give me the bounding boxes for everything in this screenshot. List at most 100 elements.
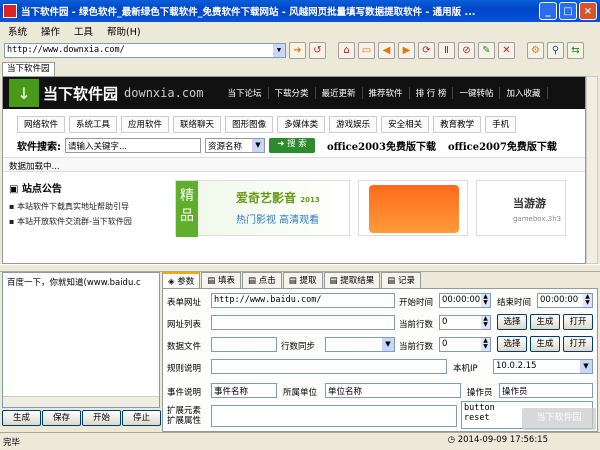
notice-item[interactable]: ▪ 本站开放软件交流群-当下软件园 [9,216,167,227]
form-url-input[interactable]: http://www.baidu.com/ [211,293,395,308]
search-scope-select[interactable]: 资源名称 ▼ [205,137,265,153]
category-link[interactable]: 应用软件 [121,116,170,133]
local-ip-select[interactable]: 10.0.2.15 ▼ [493,359,593,374]
menu-tools[interactable]: 工具 [74,24,93,38]
select-button[interactable]: 选择 [497,314,527,330]
dropdown-arrow-icon[interactable]: ▼ [273,43,285,57]
minimize-button[interactable]: _ [539,2,557,20]
task-item[interactable]: 百度一下，你就知道(www.baidu.c [3,273,159,291]
end-time-input[interactable]: 00:00:00 ▲ ▼ [537,293,593,308]
site-search-input[interactable]: 请输入关键字... [65,137,201,153]
promo-link-office2007[interactable]: office2007免费版下载 [448,138,557,153]
spinner-icon[interactable]: ▲ ▼ [481,294,490,307]
gamebox-subtitle: gamebox.3h3 [513,215,562,223]
open-button[interactable]: 打开 [563,314,593,330]
home-icon[interactable]: ⌂ [338,41,355,59]
splitter[interactable] [0,264,600,272]
category-link[interactable]: 游戏娱乐 [329,116,378,133]
nav-latest[interactable]: 最近更新 [316,87,363,99]
generate-file-button[interactable]: 生成 [530,336,560,352]
tab-click[interactable]: ▤ 点击 [242,272,282,288]
category-link[interactable]: 安全相关 [381,116,430,133]
current-row-input[interactable]: 0 ▲ ▼ [439,315,491,330]
tab-fill[interactable]: ▤ 填表 [201,272,242,288]
generate-url-button[interactable]: 生成 [530,314,560,330]
zoom-icon[interactable]: ⚲ [547,41,564,59]
iqiyi-banner[interactable]: 精品 爱奇艺影音 2013 热门影视 高清观看 [175,180,350,237]
settings-icon[interactable]: ⚙ [527,41,544,59]
tab-log[interactable]: ▤ 记录 [381,272,422,288]
tab-downxia[interactable]: 当下软件园 [2,62,55,76]
open-file-button[interactable]: 打开 [563,336,593,352]
tab-extract-result[interactable]: ▤ 提取结果 [323,272,381,288]
nav-ranking[interactable]: 排 行 榜 [410,87,454,99]
category-link[interactable]: 图形图像 [225,116,274,133]
export-icon[interactable]: ⇆ [567,41,584,59]
start-time-input[interactable]: 00:00:00 ▲ ▼ [439,293,491,308]
spinner-icon[interactable]: ▲ ▼ [481,338,490,351]
maximize-button[interactable]: □ [559,2,577,20]
parameter-tabs: ◈ 参数 ▤ 填表 ▤ 点击 ▤ 提取 ▤ 提取结果 ▤ 记录 [162,272,598,288]
watermark: 当下软件园 [522,408,596,430]
category-link[interactable]: 系统工具 [69,116,118,133]
nav-forum[interactable]: 当下论坛 [222,87,269,99]
select-file-button[interactable]: 选择 [497,336,527,352]
spinner-icon[interactable]: ▲ ▼ [481,316,490,329]
nav-recommended[interactable]: 推荐软件 [363,87,410,99]
close-button[interactable]: × [579,2,597,20]
ext-input[interactable] [211,405,457,427]
task-list-scrollbar[interactable] [3,396,159,407]
search-scope-value: 资源名称 [208,141,243,152]
promo-link-office2003[interactable]: office2003免费版下载 [327,138,436,153]
generate-button[interactable]: 生成 [2,410,41,426]
category-link[interactable]: 教育教学 [433,116,482,133]
back-refresh-icon[interactable]: ↺ [309,41,326,59]
click-icon: ▤ [248,276,259,286]
category-link[interactable]: 手机 [485,116,517,133]
address-bar[interactable]: http://www.downxia.com/ ▼ [4,42,286,58]
forward-icon[interactable]: ▶ [398,41,415,59]
web-scrollbar[interactable] [586,76,598,264]
stop-button[interactable]: 停止 [122,410,161,426]
operator-input[interactable]: 操作员 [499,383,593,398]
nav-favorite[interactable]: 加入收藏 [500,87,548,99]
rule-input[interactable] [211,359,447,374]
clock: ◷ 2014-09-09 17:56:15 [448,435,548,445]
game-box[interactable] [358,180,468,236]
go-icon[interactable]: ➜ [289,41,306,59]
notice-item[interactable]: ▪ 本站软件下载真实地址帮助引导 [9,201,167,212]
pen-icon[interactable]: ✎ [478,41,495,59]
row-sync-select[interactable]: ▼ [325,337,395,352]
stop-icon[interactable]: ⊘ [458,41,475,59]
category-link[interactable]: 多媒体类 [277,116,326,133]
nav-repost[interactable]: 一键转帖 [453,87,501,99]
site-search-button[interactable]: ➜ 搜 索 [269,137,315,153]
menu-help[interactable]: 帮助(H) [107,24,141,38]
pause-icon[interactable]: Ⅱ [438,41,455,59]
nav-categories[interactable]: 下载分类 [269,87,316,99]
tab-fill-label: 填表 [218,276,236,286]
end-time-value: 00:00:00 [540,295,579,305]
refresh-icon[interactable]: ⟳ [418,41,435,59]
menu-system[interactable]: 系统 [8,24,27,38]
category-link[interactable]: 联络聊天 [173,116,222,133]
gamebox-promo[interactable]: 当游游 gamebox.3h3 [476,180,566,236]
category-link[interactable]: 网络软件 [17,116,66,133]
extract-icon: ▤ [288,276,300,286]
url-list-input[interactable] [211,315,395,330]
tab-extract[interactable]: ▤ 提取 [282,272,323,288]
unit-input[interactable]: 单位名称 [325,383,461,398]
start-button[interactable]: 开始 [82,410,121,426]
folder-icon[interactable]: ▭ [358,41,375,59]
tab-params[interactable]: ◈ 参数 [162,272,201,288]
back-icon[interactable]: ◀ [378,41,395,59]
delete-icon[interactable]: ✕ [498,41,515,59]
event-input[interactable]: 事件名称 [211,383,277,398]
menu-operate[interactable]: 操作 [41,24,60,38]
data-file-input[interactable] [211,337,277,352]
spinner-icon[interactable]: ▲ ▼ [583,294,592,307]
task-list: 百度一下，你就知道(www.baidu.c [2,272,160,408]
gamebox-title: 当游游 [513,197,546,210]
current-row2-input[interactable]: 0 ▲ ▼ [439,337,491,352]
save-button[interactable]: 保存 [42,410,81,426]
